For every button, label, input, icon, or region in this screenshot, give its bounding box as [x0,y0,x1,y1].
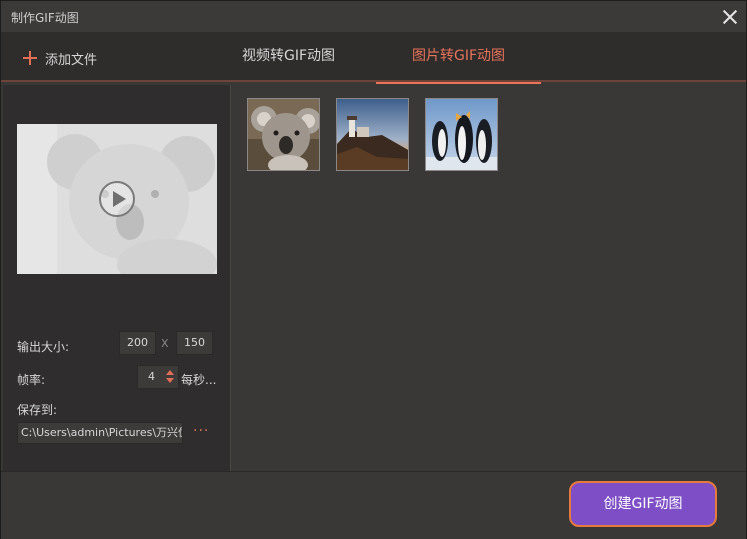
plus-icon [23,51,37,65]
koala-thumbnail-image [248,99,319,170]
frame-rate-decrement-icon[interactable] [166,378,174,383]
lighthouse-thumbnail-image [337,99,408,170]
gif-preview[interactable] [17,124,217,274]
play-icon[interactable] [99,181,135,217]
tab-bar: 添加文件 视频转GIF动图 图片转GIF动图 [1,32,746,84]
size-separator: X [161,337,169,350]
penguins-thumbnail-image [426,99,497,170]
settings-panel: 输出大小: 200 X 150 帧率: 4 每秒... 保存到: C:\User… [3,85,231,471]
thumbnail-penguins[interactable] [425,98,498,171]
thumbnail-lighthouse[interactable] [336,98,409,171]
image-list [233,85,746,471]
close-icon[interactable] [720,7,740,27]
add-file-button[interactable]: 添加文件 [23,48,97,68]
tab-video-to-gif[interactable]: 视频转GIF动图 [216,32,361,82]
browse-more-button[interactable]: ··· [193,423,209,439]
gif-maker-window: 制作GIF动图 添加文件 视频转GIF动图 图片转GIF动图 输出大小: 200… [0,0,747,539]
create-gif-button[interactable]: 创建GIF动图 [569,481,717,527]
add-file-label: 添加文件 [45,52,98,68]
height-input[interactable]: 150 [176,331,213,355]
window-title: 制作GIF动图 [11,11,79,25]
width-input[interactable]: 200 [119,331,156,355]
frame-rate-unit: 每秒... [181,373,217,387]
tab-image-to-gif[interactable]: 图片转GIF动图 [376,32,541,84]
frame-rate-increment-icon[interactable] [166,370,174,375]
title-bar: 制作GIF动图 [1,1,746,32]
output-size-label: 输出大小: [17,340,70,354]
save-path-field[interactable]: C:\Users\admin\Pictures\万兴优 [17,422,183,444]
thumbnail-koala[interactable] [247,98,320,171]
save-to-label: 保存到: [17,403,58,417]
frame-rate-input[interactable]: 4 [137,365,179,389]
footer: 创建GIF动图 [1,471,746,539]
frame-rate-label: 帧率: [17,373,46,387]
